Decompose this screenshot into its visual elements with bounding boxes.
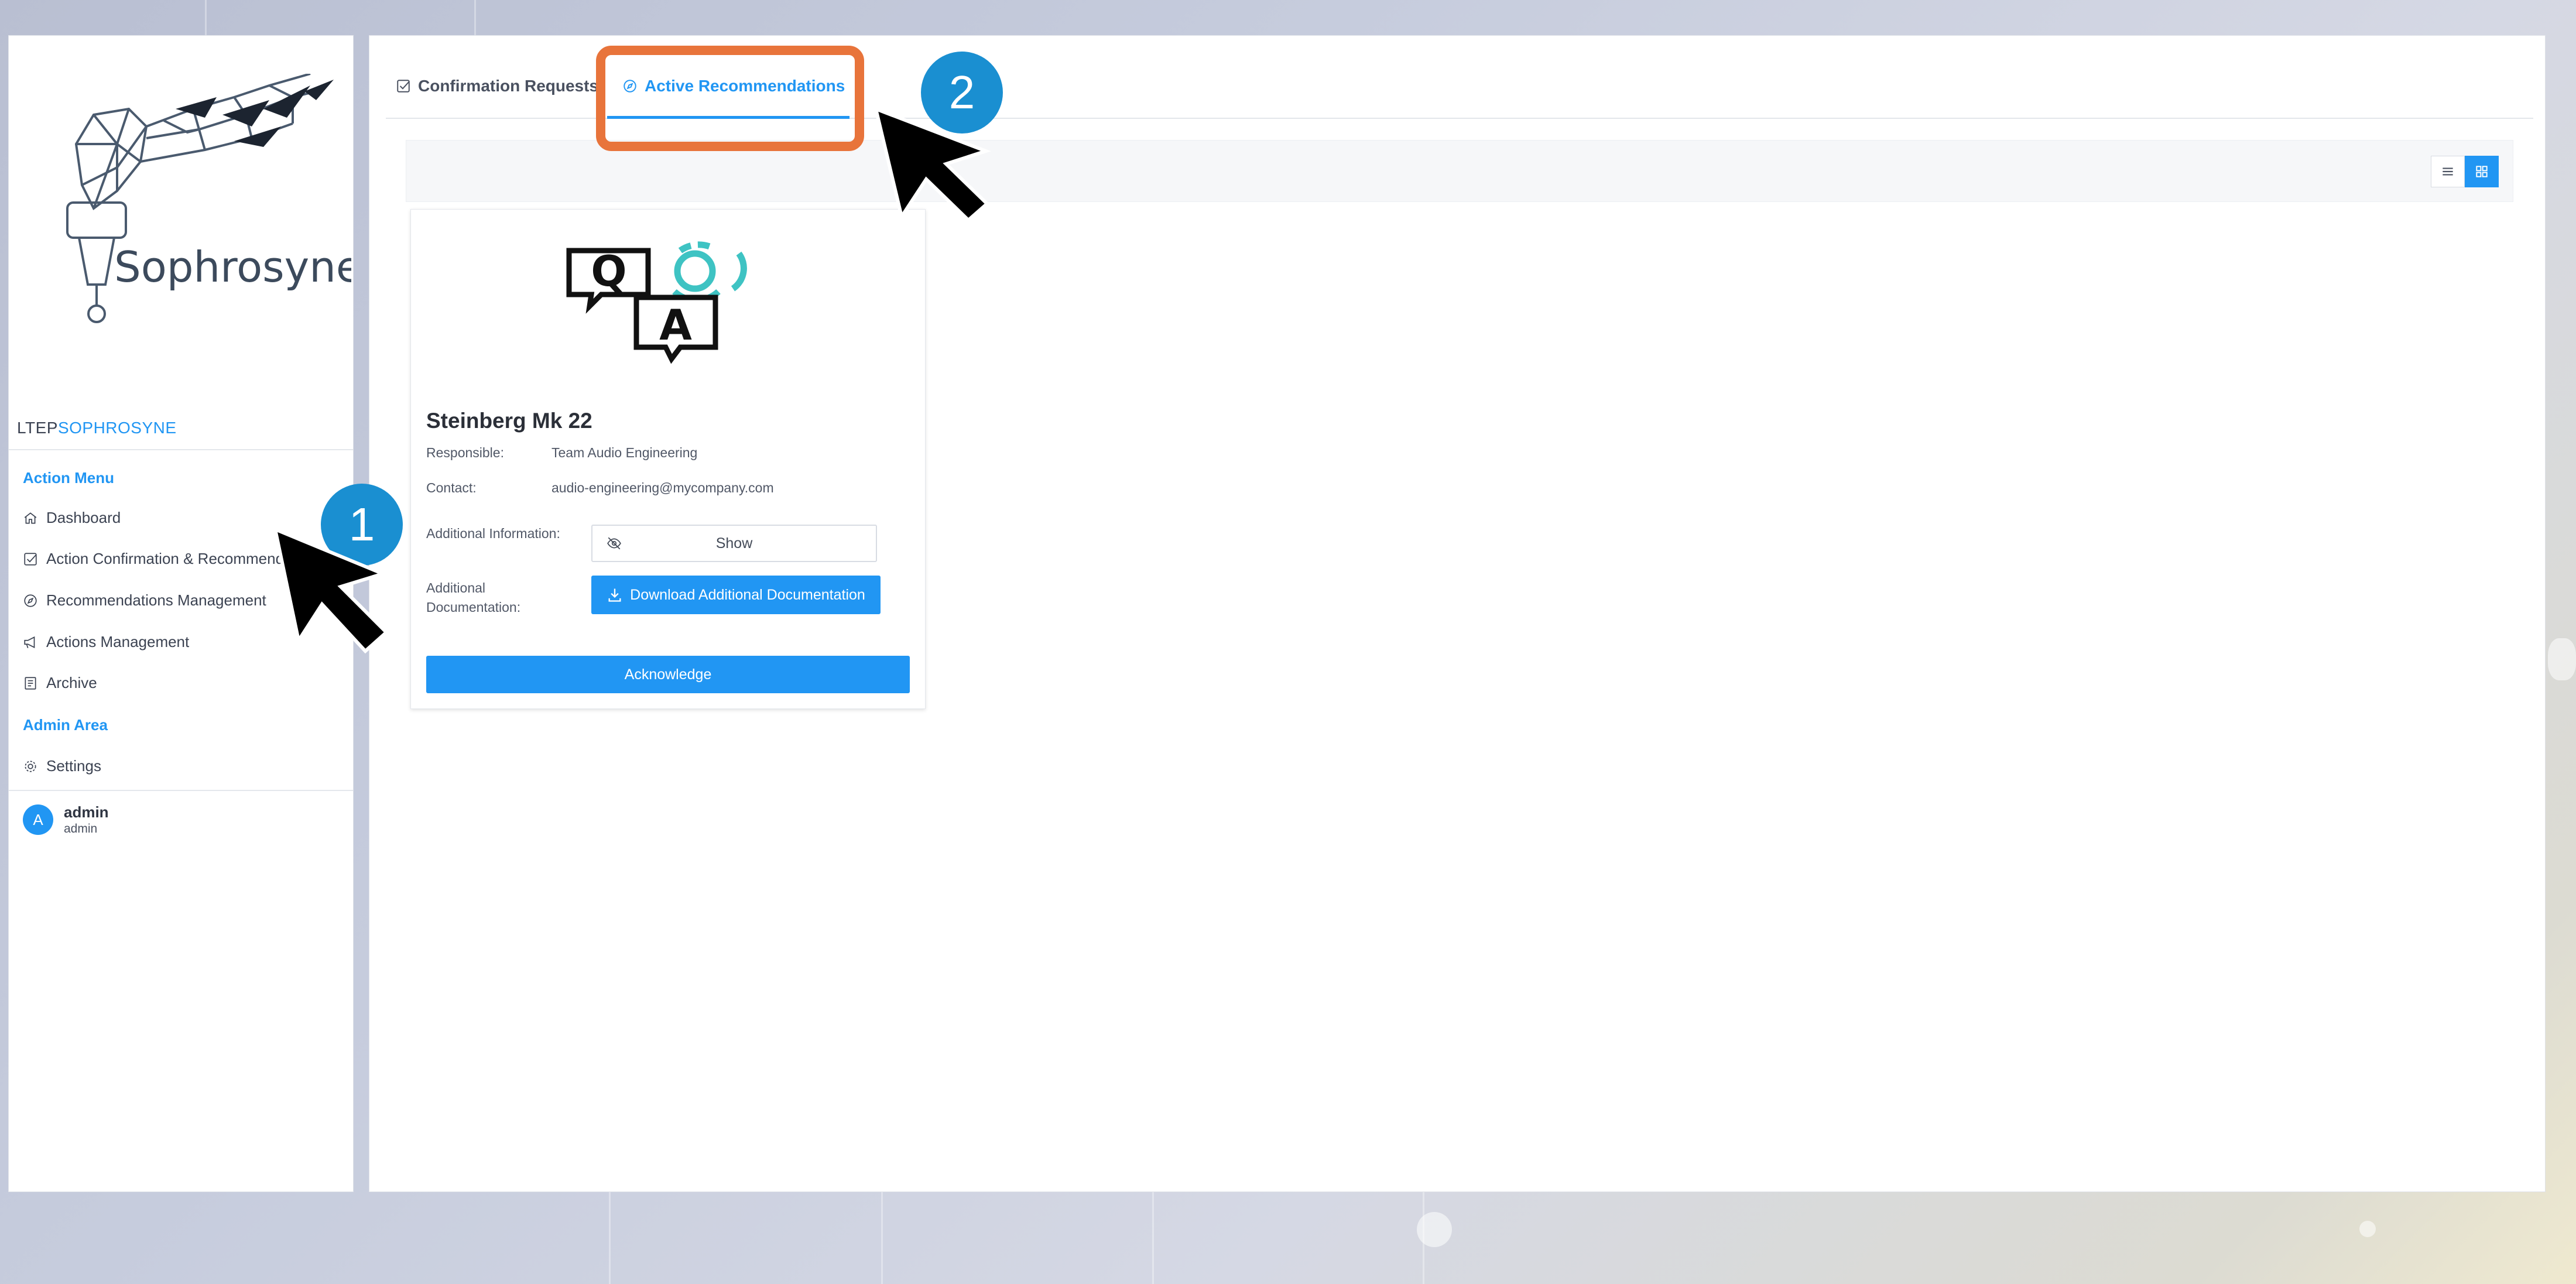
avatar: A <box>23 804 53 835</box>
svg-text:Q: Q <box>591 246 626 296</box>
cursor-arrow-icon <box>873 106 992 222</box>
svg-text:Sophrosyne: Sophrosyne <box>114 242 351 292</box>
sidebar-item-label: Dashboard <box>46 509 121 526</box>
eye-off-icon <box>607 537 621 550</box>
svg-text:A: A <box>659 300 692 350</box>
download-documentation-button[interactable]: Download Additional Documentation <box>591 576 881 614</box>
tab-label: Confirmation Requests <box>418 77 599 95</box>
sidebar-divider <box>9 449 353 450</box>
compass-icon <box>24 594 37 607</box>
sidebar-item-actions-management[interactable]: Actions Management <box>23 633 189 651</box>
download-button-label: Download Additional Documentation <box>630 586 865 603</box>
checkbox-icon <box>24 552 37 566</box>
show-additional-information-button[interactable]: Show <box>591 525 877 562</box>
cursor-arrow-icon <box>272 526 389 654</box>
background-decoration <box>2359 1221 2376 1237</box>
user-profile[interactable]: A admin admin <box>23 803 109 837</box>
brand-accent: SOPHROSYNE <box>57 419 177 437</box>
contact-label: Contact: <box>426 480 477 495</box>
brand-name: LTEPSOPHROSYNE <box>17 419 177 437</box>
admin-area-heading: Admin Area <box>23 716 108 734</box>
additional-documentation-label-line: Documentation: <box>426 600 521 615</box>
sidebar-item-dashboard[interactable]: Dashboard <box>23 509 121 527</box>
recommendation-card: Q A Steinberg Mk 22 Responsible: Team Au… <box>410 209 926 709</box>
archive-icon <box>25 676 36 690</box>
sidebar-divider <box>9 790 353 791</box>
checkbox-icon <box>397 80 410 93</box>
background-decoration <box>1152 1192 1154 1284</box>
qa-image: Q A <box>566 241 747 364</box>
user-role: admin <box>64 822 98 836</box>
background-decoration <box>609 1192 611 1284</box>
sidebar-item-archive[interactable]: Archive <box>23 674 97 692</box>
action-menu-heading: Action Menu <box>23 469 114 487</box>
sidebar-item-label: Actions Management <box>46 633 190 650</box>
card-title: Steinberg Mk 22 <box>426 409 592 433</box>
grid-icon <box>2476 166 2488 177</box>
view-toggle <box>2431 156 2499 187</box>
responsible-label: Responsible: <box>426 445 504 460</box>
list-icon <box>2443 167 2453 176</box>
main-panel: Confirmation Requests Active Recommendat… <box>369 35 2546 1192</box>
sidebar-item-label: Archive <box>46 674 97 691</box>
additional-information-label: Additional Information: <box>426 526 560 541</box>
home-icon <box>24 512 37 524</box>
gear-icon <box>25 760 36 772</box>
background-decoration <box>205 0 207 35</box>
sidebar-item-settings[interactable]: Settings <box>23 757 101 775</box>
tab-highlight-box <box>596 46 864 151</box>
list-view-button[interactable] <box>2431 156 2465 187</box>
download-icon <box>608 588 621 602</box>
background-decoration <box>881 1192 883 1284</box>
tab-confirmation-requests[interactable]: Confirmation Requests <box>396 77 598 95</box>
user-name: admin <box>64 803 109 821</box>
contact-value: audio-engineering@mycompany.com <box>551 480 774 495</box>
grid-view-button[interactable] <box>2465 156 2499 187</box>
megaphone-icon <box>24 636 35 648</box>
sidebar-item-recommendations-management[interactable]: Recommendations Management <box>23 591 266 610</box>
brand-prefix: LTEP <box>17 419 58 437</box>
background-decoration <box>1417 1212 1452 1247</box>
sidebar-item-label: Settings <box>46 757 101 775</box>
sophrosyne-logo: Sophrosyne <box>66 74 351 323</box>
show-button-label: Show <box>715 535 753 552</box>
responsible-value: Team Audio Engineering <box>551 445 698 460</box>
additional-documentation-label: Additional Documentation: <box>426 578 520 617</box>
acknowledge-button[interactable]: Acknowledge <box>426 656 910 693</box>
additional-documentation-label-line: Additional <box>426 580 486 595</box>
background-decoration <box>474 0 476 35</box>
sidebar-item-label: Recommendations Management <box>46 591 266 609</box>
background-decoration <box>2548 638 2576 680</box>
